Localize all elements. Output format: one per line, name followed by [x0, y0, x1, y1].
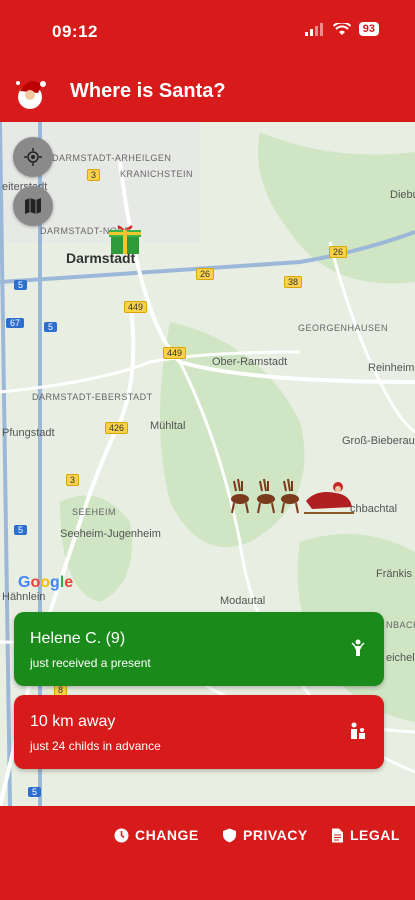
child-icon [351, 639, 365, 656]
road-shield: 449 [163, 347, 187, 359]
bottom-nav: CHANGE PRIVACY LEGAL [0, 806, 415, 900]
cellular-signal-icon [304, 22, 323, 36]
google-logo: Google [18, 574, 74, 591]
legal-label: LEGAL [350, 827, 400, 843]
map-label-arheilgen: DARMSTADT-ARHEILGEN [52, 153, 172, 163]
map-label-diebu: Diebu [390, 189, 415, 201]
status-bar: 09:12 93 [0, 0, 415, 60]
motorway-shield: 5 [14, 280, 28, 290]
map-label-georgenhausen: GEORGENHAUSEN [298, 323, 389, 333]
children-ahead: just 24 childs in advance [30, 739, 161, 753]
santa-sleigh-icon[interactable] [226, 477, 356, 517]
app-title: Where is Santa? [70, 80, 226, 102]
map-label-reinheim: Reinheim [368, 362, 415, 374]
legal-button[interactable]: LEGAL [331, 827, 400, 843]
road-shield: 426 [105, 422, 129, 434]
road-shield: 38 [284, 276, 303, 288]
locate-icon [24, 148, 42, 166]
map-label-fischbachtal: chbachtal [350, 503, 398, 515]
child-name: Helene C. (9) [30, 630, 126, 647]
motorway-shield: 5 [28, 787, 42, 797]
privacy-label: PRIVACY [243, 827, 308, 843]
map-label-gross-bieberau: Groß-Bieberau [342, 435, 415, 447]
app-bar: Where is Santa? [0, 60, 415, 122]
map-label-modautal: Modautal [220, 595, 266, 607]
map-layers-icon [25, 198, 41, 214]
map-label-muhltal: Mühltal [150, 420, 186, 432]
distance-value: 10 km away [30, 713, 116, 730]
status-icons: 93 [304, 22, 379, 36]
change-label: CHANGE [135, 827, 199, 843]
map-label-seeheim: SEEHEIM [72, 507, 117, 517]
family-icon [351, 722, 365, 739]
map-label-eberstadt: DARMSTADT-EBERSTADT [32, 392, 153, 402]
road-shield: 26 [329, 246, 348, 258]
present-status: just received a present [30, 656, 151, 670]
santa-logo-icon [16, 81, 46, 109]
battery-level: 93 [358, 22, 379, 36]
change-button[interactable]: CHANGE [114, 827, 199, 843]
locate-button[interactable] [13, 137, 53, 177]
motorway-shield: 67 [6, 318, 25, 328]
road-shield: 449 [124, 301, 148, 313]
shield-icon [223, 828, 236, 842]
road-shield: 26 [196, 268, 215, 280]
map-label-reichelsheim: eichels [386, 652, 415, 664]
document-icon [332, 828, 343, 842]
map-label-kranichstein: KRANICHSTEIN [120, 169, 194, 179]
map-label-frankisch: Fränkis [376, 568, 413, 580]
map-label-seeheim-jugenheim: Seeheim-Jugenheim [60, 528, 161, 540]
clock-icon [114, 828, 129, 842]
distance-card[interactable]: 10 km away just 24 childs in advance [14, 695, 384, 769]
motorway-shield: 5 [14, 525, 28, 535]
privacy-button[interactable]: PRIVACY [222, 827, 308, 843]
status-time: 09:12 [52, 22, 98, 41]
map-label-hahnlein: Hähnlein [2, 591, 46, 603]
gift-marker-icon[interactable] [108, 222, 142, 256]
road-shield: 3 [66, 474, 80, 486]
map-layers-button[interactable] [13, 186, 53, 226]
motorway-shield: 5 [44, 322, 58, 332]
wifi-icon [332, 22, 351, 35]
road-shield: 3 [87, 169, 101, 181]
present-card[interactable]: Helene C. (9) just received a present [14, 612, 384, 686]
map-label-ober-ramstadt: Ober-Ramstadt [212, 356, 288, 368]
map-label-nbach: NBACH [386, 620, 415, 630]
map-label-pfungstadt: Pfungstadt [2, 427, 55, 439]
